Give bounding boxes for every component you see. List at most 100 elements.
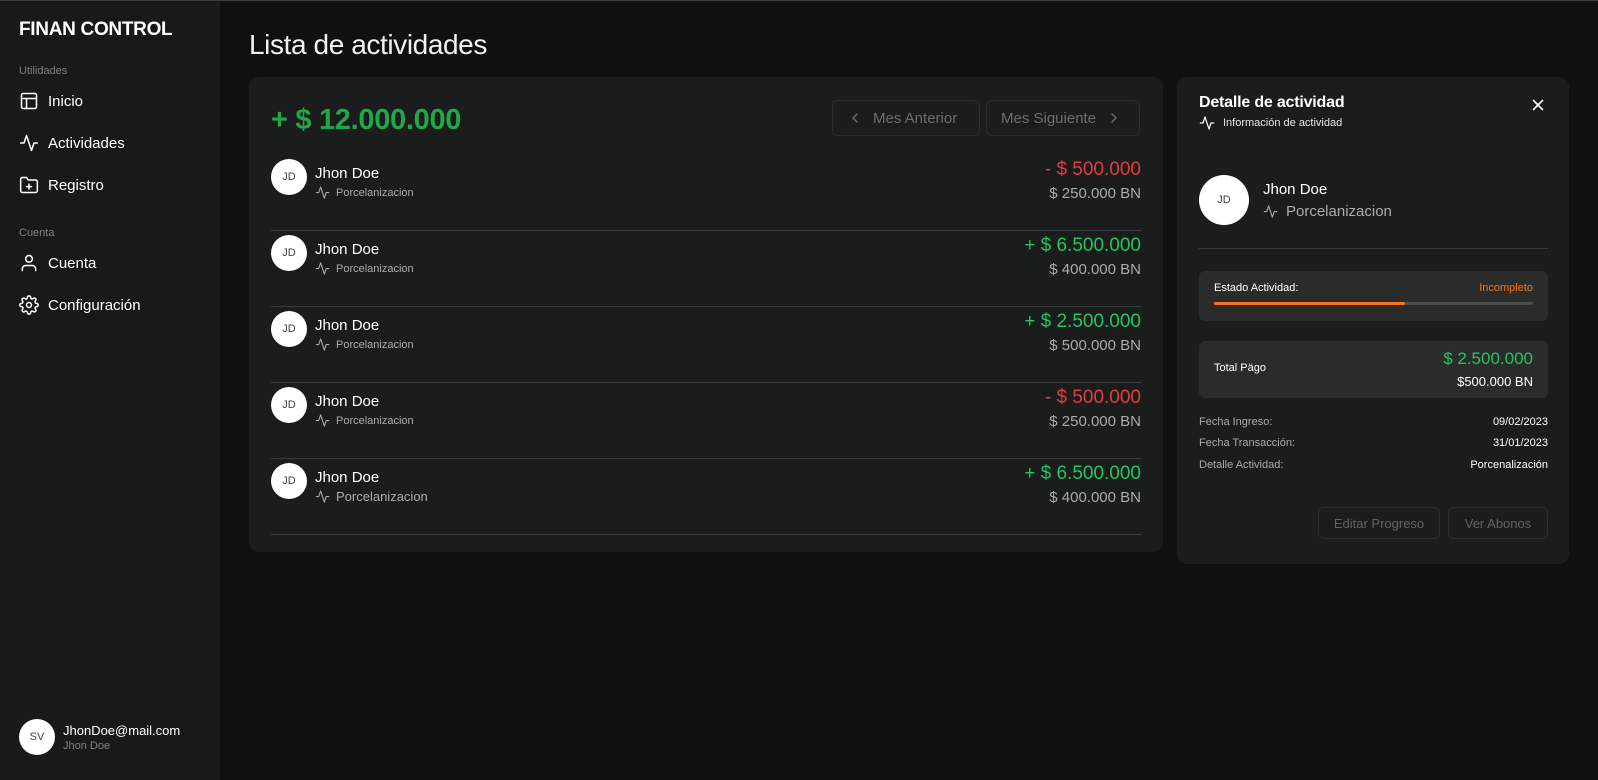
info-row-detalle-actividad: Detalle Actividad: Porcenalización <box>1199 459 1548 475</box>
status-badge: Incompleto <box>1479 282 1533 294</box>
activity-sub-amount: $ 400.000 BN <box>1049 489 1141 506</box>
list-item[interactable]: JD Jhon Doe Porcelanizacion - $ 500.000 … <box>271 383 1141 459</box>
progress-bar <box>1214 302 1533 305</box>
detail-subtitle-label: Información de actividad <box>1223 117 1343 129</box>
activity-category-label: Porcelanizacion <box>336 186 414 199</box>
avatar: JD <box>271 159 307 195</box>
activity-category-label: Porcelanizacion <box>336 414 414 427</box>
activity-amount: - $ 500.000 <box>1044 159 1141 180</box>
activity-icon <box>315 261 330 276</box>
sidebar-item-label: Configuración <box>48 296 141 314</box>
info-value: 31/01/2023 <box>1492 437 1548 449</box>
activity-amount: + $ 6.500.000 <box>1024 235 1141 256</box>
close-icon[interactable] <box>1529 96 1547 114</box>
activity-sub-amount: $ 250.000 BN <box>1049 413 1141 430</box>
activity-icon <box>315 185 330 200</box>
sidebar-item-actividades[interactable]: Actividades <box>19 131 125 155</box>
activity-icon <box>19 133 39 153</box>
sidebar-item-registro[interactable]: Registro <box>19 173 104 197</box>
view-payments-button[interactable]: Ver Abonos <box>1448 507 1548 539</box>
activity-icon <box>315 489 330 504</box>
detail-person: JD Jhon Doe Porcelanizacion <box>1199 175 1392 225</box>
gear-icon <box>19 295 39 315</box>
activity-category-label: Porcelanizacion <box>336 262 414 275</box>
activity-sub-amount: $ 250.000 BN <box>1049 185 1141 202</box>
info-value: 09/02/2023 <box>1492 416 1548 428</box>
avatar: SV <box>19 719 55 755</box>
next-month-button[interactable]: Mes Siguiente <box>986 100 1140 136</box>
avatar: JD <box>271 463 307 499</box>
activity-amount: + $ 2.500.000 <box>1024 311 1141 332</box>
total-payment-box: Total Pägo $ 2.500.000 $500.000 BN <box>1199 341 1548 398</box>
activity-category: Porcelanizacion <box>315 413 414 428</box>
activity-list-card: + $ 12.000.000 Mes Anterior Mes Siguient… <box>249 77 1163 552</box>
sidebar-item-configuracion[interactable]: Configuración <box>19 293 141 317</box>
prev-month-button[interactable]: Mes Anterior <box>832 100 980 136</box>
activity-category: Porcelanizacion <box>315 489 428 504</box>
activity-category-label: Porcelanizacion <box>336 338 414 351</box>
detail-subtitle: Información de actividad <box>1199 115 1342 131</box>
progress-fill <box>1214 302 1406 305</box>
list-item[interactable]: JD Jhon Doe Porcelanizacion + $ 6.500.00… <box>271 459 1141 535</box>
next-month-label: Mes Siguiente <box>1001 109 1097 127</box>
activity-icon <box>1263 204 1278 219</box>
sidebar-item-label: Inicio <box>48 92 84 110</box>
status-box: Estado Actividad: Incompleto <box>1199 271 1548 321</box>
divider <box>1199 248 1548 249</box>
activity-category: Porcelanizacion <box>315 261 414 276</box>
page-title: Lista de actividades <box>249 29 487 60</box>
chevron-left-icon <box>847 110 863 126</box>
total-payment-label: Total Pägo <box>1214 362 1266 374</box>
avatar: JD <box>271 311 307 347</box>
chevron-right-icon <box>1106 110 1122 126</box>
detail-person-name: Jhon Doe <box>1263 180 1328 198</box>
activity-person-name: Jhon Doe <box>315 393 380 410</box>
total-payment-sub: $500.000 BN <box>1457 374 1533 389</box>
info-row-fecha-ingreso: Fecha Ingreso: 09/02/2023 <box>1199 416 1548 432</box>
total-amount: + $ 12.000.000 <box>271 104 462 136</box>
activity-amount: + $ 6.500.000 <box>1024 463 1141 484</box>
list-item[interactable]: JD Jhon Doe Porcelanizacion + $ 2.500.00… <box>271 307 1141 383</box>
activity-icon <box>1199 115 1215 131</box>
activity-list: JD Jhon Doe Porcelanizacion - $ 500.000 … <box>271 155 1141 535</box>
section-label-cuenta: Cuenta <box>19 227 55 239</box>
info-key: Fecha Ingreso: <box>1199 416 1273 428</box>
activity-icon <box>315 413 330 428</box>
user-profile[interactable]: SV JhonDoe@mail.com Jhon Doe <box>19 719 180 755</box>
detail-category-label: Porcelanizacion <box>1286 202 1392 220</box>
list-item[interactable]: JD Jhon Doe Porcelanizacion - $ 500.000 … <box>271 155 1141 231</box>
list-item[interactable]: JD Jhon Doe Porcelanizacion + $ 6.500.00… <box>271 231 1141 307</box>
detail-category: Porcelanizacion <box>1263 203 1392 220</box>
activity-person-name: Jhon Doe <box>315 241 380 258</box>
user-icon <box>19 253 39 273</box>
sidebar-item-label: Actividades <box>48 134 125 152</box>
activity-icon <box>315 337 330 352</box>
sidebar-item-inicio[interactable]: Inicio <box>19 89 83 113</box>
activity-category-label: Porcelanizacion <box>336 489 428 504</box>
folder-plus-icon <box>19 175 39 195</box>
avatar: JD <box>271 235 307 271</box>
info-key: Detalle Actividad: <box>1199 459 1284 471</box>
detail-title: Detalle de actividad <box>1199 94 1345 111</box>
activity-category: Porcelanizacion <box>315 185 414 200</box>
user-email: JhonDoe@mail.com <box>63 722 181 738</box>
avatar: JD <box>271 387 307 423</box>
activity-person-name: Jhon Doe <box>315 165 380 182</box>
sidebar-item-cuenta[interactable]: Cuenta <box>19 251 96 275</box>
layout-icon <box>19 91 39 111</box>
sidebar-item-label: Registro <box>48 176 104 194</box>
info-key: Fecha Transacción: <box>1199 437 1295 449</box>
activity-detail-panel: Detalle de actividad Información de acti… <box>1177 77 1569 564</box>
activity-sub-amount: $ 500.000 BN <box>1049 337 1141 354</box>
activity-person-name: Jhon Doe <box>315 469 380 486</box>
activity-category: Porcelanizacion <box>315 337 414 352</box>
sidebar: FINAN CONTROL Utilidades Inicio Activida… <box>0 1 220 780</box>
sidebar-item-label: Cuenta <box>48 254 97 272</box>
section-label-utilidades: Utilidades <box>19 65 68 77</box>
brand-logo: FINAN CONTROL <box>19 19 173 40</box>
edit-progress-button[interactable]: Editar Progreso <box>1318 507 1440 539</box>
total-payment-value: $ 2.500.000 <box>1443 349 1533 368</box>
activity-sub-amount: $ 400.000 BN <box>1049 261 1141 278</box>
activity-person-name: Jhon Doe <box>315 317 380 334</box>
user-name: Jhon Doe <box>63 739 111 752</box>
